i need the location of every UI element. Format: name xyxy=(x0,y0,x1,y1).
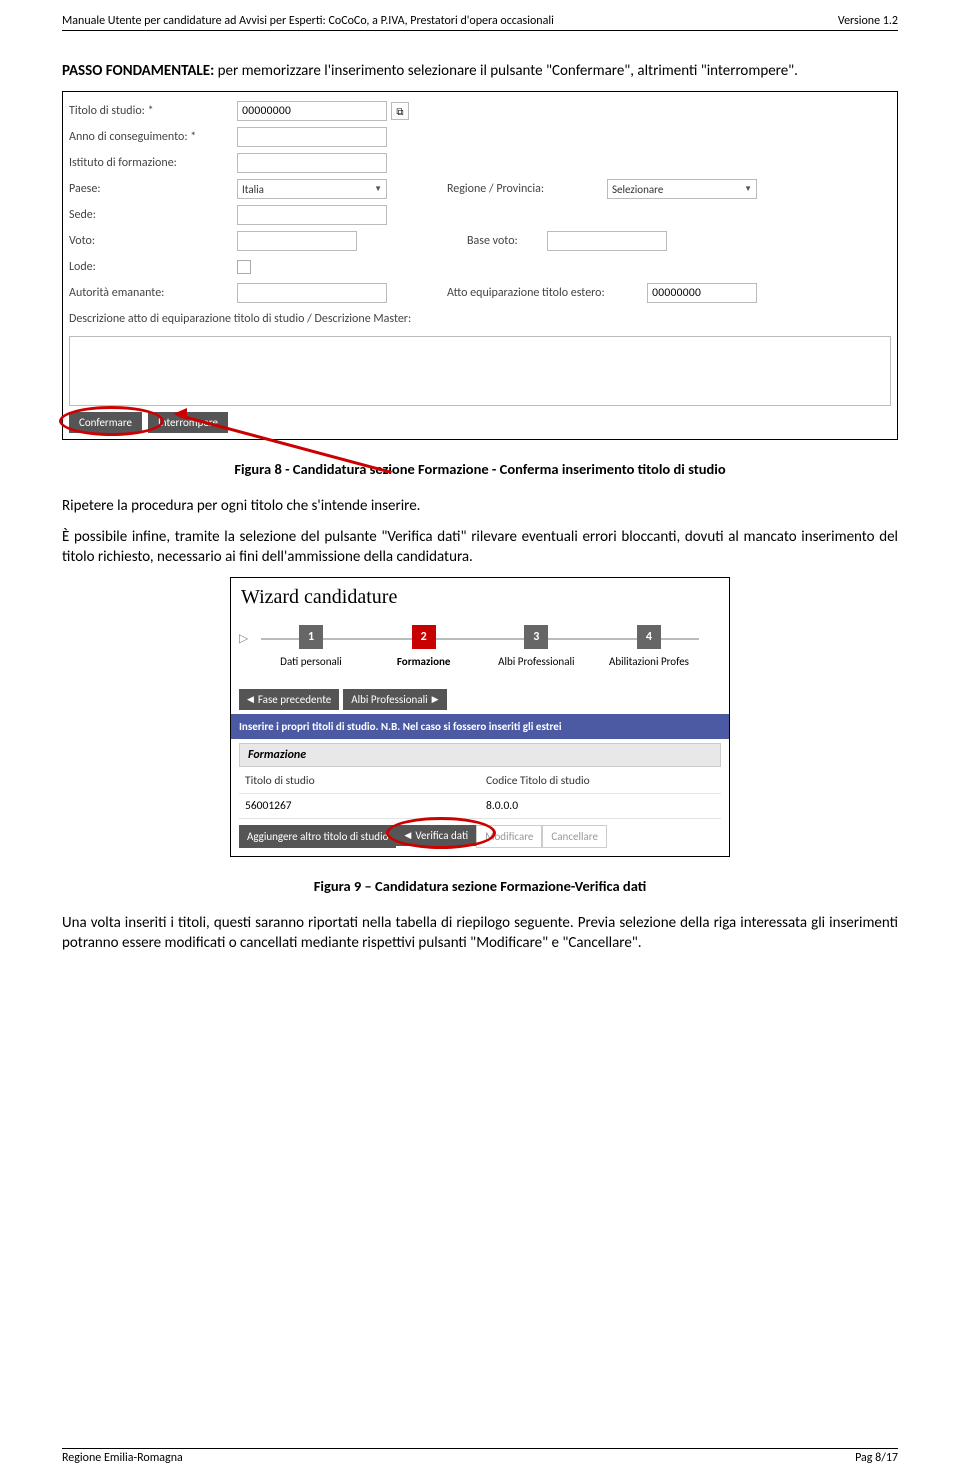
input-istituto[interactable] xyxy=(237,153,387,173)
verifica-dati-label: Verifica dati xyxy=(415,829,468,842)
input-sede[interactable] xyxy=(237,205,387,225)
cancellare-button[interactable]: Cancellare xyxy=(542,825,607,848)
wizard-step-label-2: Formazione xyxy=(397,655,451,668)
wizard-step-num-2: 2 xyxy=(412,625,436,649)
combo-regione-value: Selezionare xyxy=(612,183,663,196)
wizard-step-2[interactable]: 2 Formazione xyxy=(374,625,474,668)
col-codice: Codice Titolo di studio xyxy=(480,769,721,794)
wizard-step-label-1: Dati personali xyxy=(280,655,342,668)
chevron-right-icon: ▶ xyxy=(432,694,439,705)
footer-right: Pag 8/17 xyxy=(855,1451,898,1465)
input-attoeq[interactable] xyxy=(647,283,757,303)
page-header: Manuale Utente per candidature ad Avvisi… xyxy=(62,0,898,31)
checkbox-lode[interactable] xyxy=(237,260,251,274)
label-istituto: Istituto di formazione: xyxy=(69,156,237,170)
cell-titolo: 56001267 xyxy=(239,794,480,819)
chevron-down-icon: ▼ xyxy=(744,184,752,194)
wizard-step-4[interactable]: 4 Abilitazioni Profes xyxy=(599,625,699,668)
fase-successiva-label: Albi Professionali xyxy=(351,693,427,706)
label-anno: Anno di conseguimento: xyxy=(69,130,237,144)
label-autorita: Autorità emanante: xyxy=(69,286,237,300)
wizard-instruction-strip: Inserire i propri titoli di studio. N.B.… xyxy=(231,714,729,739)
chevron-down-icon: ▼ xyxy=(374,184,382,194)
footer-left: Regione Emilia-Romagna xyxy=(62,1451,183,1465)
para-possibile: È possibile infine, tramite la selezione… xyxy=(62,527,898,568)
modificare-button[interactable]: Modificare xyxy=(476,825,542,848)
confermare-button[interactable]: Confermare xyxy=(69,412,142,433)
passo-strong: PASSO FONDAMENTALE: xyxy=(62,62,214,80)
label-attoeq: Atto equiparazione titolo estero: xyxy=(447,286,647,300)
passo-rest: per memorizzare l'inserimento selezionar… xyxy=(214,62,798,80)
lookup-icon[interactable]: ⧉ xyxy=(391,102,409,120)
wizard-step-num-4: 4 xyxy=(637,625,661,649)
caption-fig8: Figura 8 - Candidatura sezione Formazion… xyxy=(62,460,898,478)
caption-fig9: Figura 9 – Candidatura sezione Formazion… xyxy=(62,877,898,895)
wizard-screenshot-fig9: Wizard candidature ▷ 1 Dati personali 2 … xyxy=(230,577,730,857)
wizard-step-num-3: 3 xyxy=(524,625,548,649)
form-screenshot-fig8: Titolo di studio: ⧉ Anno di conseguiment… xyxy=(62,91,898,440)
label-regione: Regione / Provincia: xyxy=(447,182,607,196)
chevron-left-icon: ◀ xyxy=(247,694,254,705)
table-row[interactable]: 56001267 8.0.0.0 xyxy=(239,794,721,819)
wizard-step-num-1: 1 xyxy=(299,625,323,649)
input-anno[interactable] xyxy=(237,127,387,147)
label-lode: Lode: xyxy=(69,260,237,274)
intro-paragraph: PASSO FONDAMENTALE: per memorizzare l'in… xyxy=(62,61,898,81)
label-paese: Paese: xyxy=(69,182,237,196)
combo-paese[interactable]: Italia ▼ xyxy=(237,179,387,199)
header-right: Versione 1.2 xyxy=(838,14,898,28)
wizard-title: Wizard candidature xyxy=(231,578,729,615)
section-header-formazione: Formazione xyxy=(239,743,721,767)
cell-codice: 8.0.0.0 xyxy=(480,794,721,819)
table-header-row: Titolo di studio Codice Titolo di studio xyxy=(239,769,721,794)
input-basevoto[interactable] xyxy=(547,231,667,251)
wizard-step-3[interactable]: 3 Albi Professionali xyxy=(486,625,586,668)
label-sede: Sede: xyxy=(69,208,237,222)
verifica-dati-button[interactable]: ◀ Verifica dati xyxy=(396,825,476,846)
wizard-step-label-4: Abilitazioni Profes xyxy=(609,655,689,668)
wizard-step-label-3: Albi Professionali xyxy=(498,655,574,668)
input-autorita[interactable] xyxy=(237,283,387,303)
formazione-table: Titolo di studio Codice Titolo di studio… xyxy=(239,769,721,819)
input-voto[interactable] xyxy=(237,231,357,251)
combo-regione[interactable]: Selezionare ▼ xyxy=(607,179,757,199)
wizard-step-1[interactable]: 1 Dati personali xyxy=(261,625,361,668)
fase-successiva-button[interactable]: Albi Professionali ▶ xyxy=(343,689,446,710)
label-voto: Voto: xyxy=(69,234,237,248)
col-titolo: Titolo di studio xyxy=(239,769,480,794)
textarea-descrizione[interactable] xyxy=(69,336,891,406)
para-una-volta: Una volta inseriti i titoli, questi sara… xyxy=(62,913,898,954)
aggiungere-titolo-button[interactable]: Aggiungere altro titolo di studio xyxy=(239,825,396,848)
label-titolo: Titolo di studio: xyxy=(69,104,237,118)
fase-precedente-label: Fase precedente xyxy=(258,693,331,706)
combo-paese-value: Italia xyxy=(242,183,264,196)
chevron-left-icon: ◀ xyxy=(404,830,411,841)
header-left: Manuale Utente per candidature ad Avvisi… xyxy=(62,14,554,28)
para-ripetere: Ripetere la procedura per ogni titolo ch… xyxy=(62,496,898,516)
fase-precedente-button[interactable]: ◀ Fase precedente xyxy=(239,689,339,710)
label-basevoto: Base voto: xyxy=(467,234,547,248)
input-titolo[interactable] xyxy=(237,101,387,121)
interrompere-button[interactable]: Interrompere xyxy=(148,412,228,433)
label-descrizione: Descrizione atto di equiparazione titolo… xyxy=(69,312,411,326)
page-footer: Regione Emilia-Romagna Pag 8/17 xyxy=(62,1448,898,1465)
